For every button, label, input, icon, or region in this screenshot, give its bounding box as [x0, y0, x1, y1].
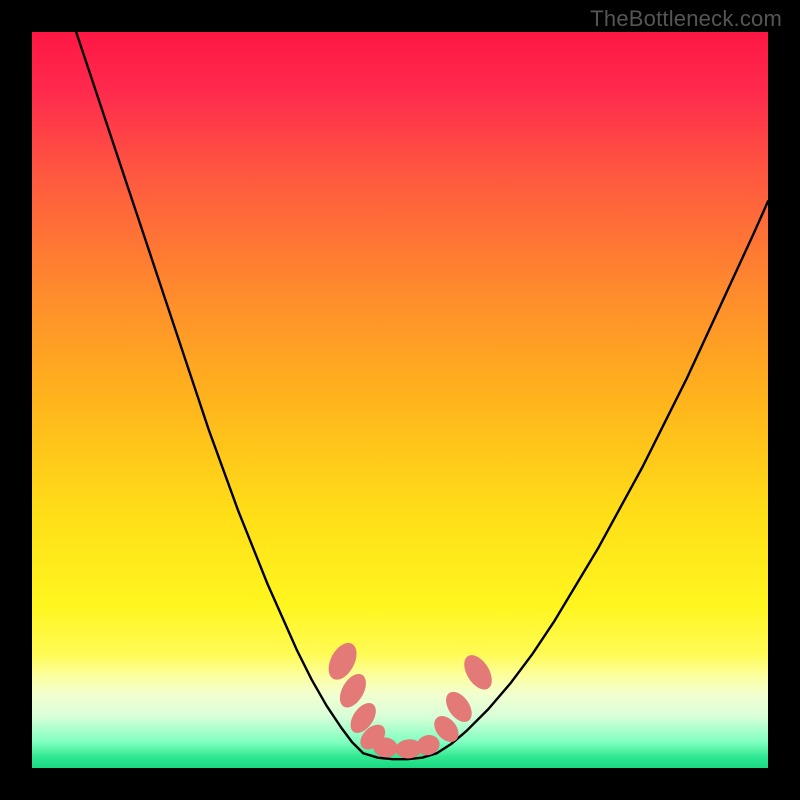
watermark-text: TheBottleneck.com: [590, 6, 782, 32]
chart-svg: [32, 32, 768, 768]
chart-frame: TheBottleneck.com: [0, 0, 800, 800]
chart-background: [32, 32, 768, 768]
